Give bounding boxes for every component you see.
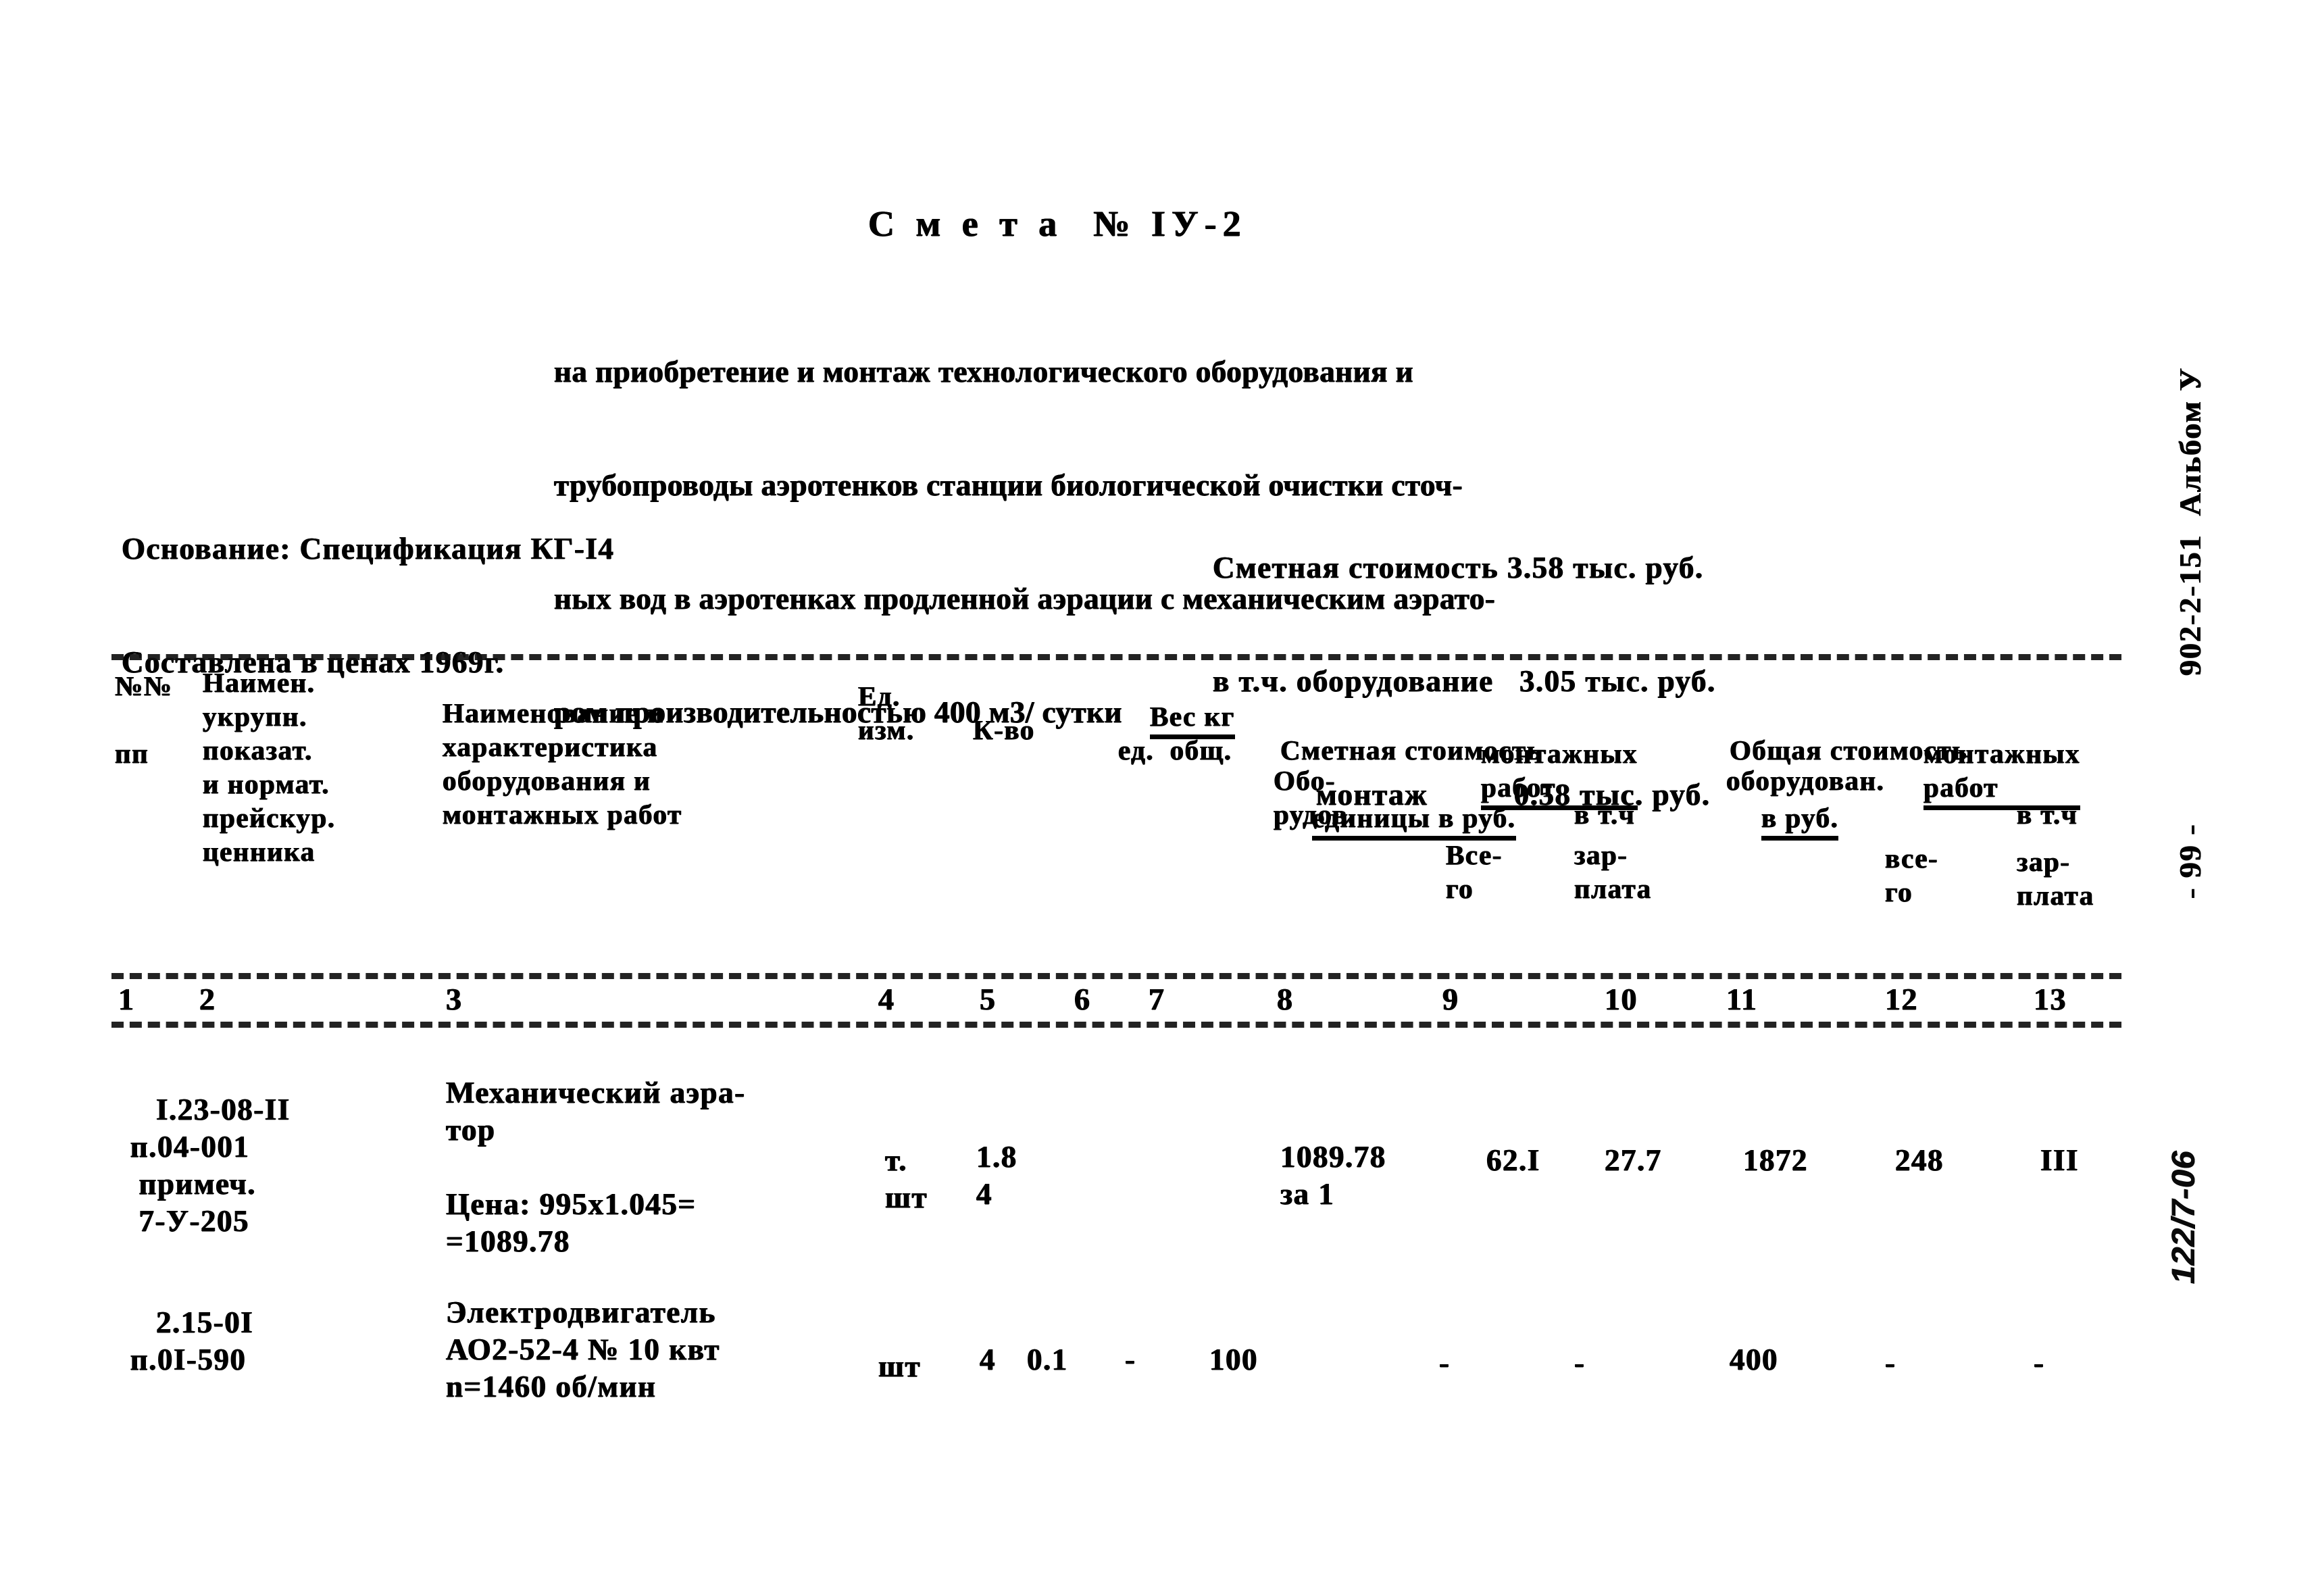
header-col-including: в т.ч <box>1574 799 1636 830</box>
row-2-description: Электродвигатель АО2-52-4 № 10 квт n=146… <box>446 1295 720 1403</box>
table-header-rule <box>111 973 2121 979</box>
row-1-col12: 248 <box>1895 1143 1944 1177</box>
row-1-col13: III <box>2040 1143 2080 1177</box>
colnum-7: 7 <box>1149 982 1165 1016</box>
row-2-unit: шт <box>878 1349 922 1383</box>
document-page: С м е т а № IУ-2 на приобретение и монта… <box>0 0 2314 1596</box>
header-col-description: Наименование и характеристика оборудован… <box>443 697 682 830</box>
header-col-wages-total: зар- плата <box>2017 846 2094 911</box>
header-col-number-2: пп <box>115 738 149 769</box>
colnum-1: 1 <box>118 982 135 1016</box>
row-2-col10: - <box>1574 1346 1586 1380</box>
row-1-description: Механический аэра- тор <box>446 1076 746 1147</box>
colnum-12: 12 <box>1885 982 1918 1016</box>
header-col-code: Наимен. укрупн. показат. и нормат. прейс… <box>203 667 336 867</box>
row-2-col11: 400 <box>1730 1343 1778 1376</box>
header-col-weight-sub: ед. общ. <box>1118 734 1232 766</box>
row-1-col10: 27.7 <box>1605 1143 1662 1177</box>
header-col-equipment: Обо- рудов. <box>1274 765 1356 830</box>
row-1-col8: 1089.78 за 1 <box>1280 1140 1386 1211</box>
row-1-code: I.23-08-II п.04-001 примеч. 7-У-205 <box>130 1093 291 1238</box>
colnum-6: 6 <box>1074 982 1091 1016</box>
colnum-8: 8 <box>1277 982 1294 1016</box>
row-2-col12: - <box>1885 1346 1896 1380</box>
margin-page-number: - 99 - <box>2173 823 2207 899</box>
row-2-quantity: 4 <box>980 1343 996 1376</box>
table-row: I.23-08-II п.04-001 примеч. 7-У-205 <box>122 1054 291 1277</box>
header-col-unit: Ед. изм. <box>858 680 915 745</box>
row-2-col7: - <box>1125 1343 1136 1376</box>
row-2-col13: - <box>2034 1346 2045 1380</box>
row-1-price-note: Цена: 995х1.045= =1089.78 <box>446 1187 697 1258</box>
colnum-10: 10 <box>1605 982 1638 1016</box>
row-1-col9: 62.I <box>1486 1143 1540 1177</box>
subtitle-line-1: на приобретение и монтаж технологическог… <box>554 355 1414 389</box>
basis-specification: Основание: Спецификация КГ-I4 <box>122 532 615 566</box>
row-2-col9: - <box>1439 1346 1451 1380</box>
row-1-col11: 1872 <box>1743 1143 1808 1177</box>
colnum-4: 4 <box>878 982 895 1016</box>
header-col-quantity: К-во <box>973 714 1035 745</box>
header-col-total: Все- го <box>1446 839 1503 904</box>
colnum-3: 3 <box>446 982 463 1016</box>
colnum-2: 2 <box>199 982 216 1016</box>
header-col-wages: зар- плата <box>1574 839 1652 904</box>
table-top-rule <box>111 654 2121 660</box>
header-col-equipment-total: оборудован. <box>1726 765 1885 796</box>
colnum-11: 11 <box>1726 982 1758 1016</box>
header-col-number: №№ <box>115 670 173 701</box>
page-title: С м е т а № IУ-2 <box>868 203 1247 244</box>
table-colnum-rule <box>111 1022 2121 1028</box>
header-total-cost-line2: в руб. <box>1761 801 1839 841</box>
estimate-total-cost: Сметная стоимость 3.58 тыс. руб. <box>1213 551 1704 584</box>
row-2-col6: 0.1 <box>1027 1343 1068 1376</box>
basis-price-year: Составлена в ценах 1969г. <box>122 645 505 679</box>
margin-document-code: 902-2-151 Альбом У <box>2173 366 2207 676</box>
row-2-col8: 100 <box>1209 1343 1258 1376</box>
margin-handwritten-stamp: 122/7-06 <box>2166 1150 2202 1285</box>
colnum-13: 13 <box>2034 982 2067 1016</box>
row-1-quantity: 1.8 4 <box>976 1140 1017 1211</box>
header-col-including-total: в т.ч <box>2017 799 2078 830</box>
colnum-9: 9 <box>1442 982 1459 1016</box>
colnum-5: 5 <box>980 982 997 1016</box>
row-1-unit: т. шт <box>885 1143 928 1214</box>
header-col-total-all: все- го <box>1885 843 1939 907</box>
table-row: 2.15-0I п.0I-590 <box>122 1267 253 1416</box>
row-2-code: 2.15-0I п.0I-590 <box>130 1305 254 1376</box>
